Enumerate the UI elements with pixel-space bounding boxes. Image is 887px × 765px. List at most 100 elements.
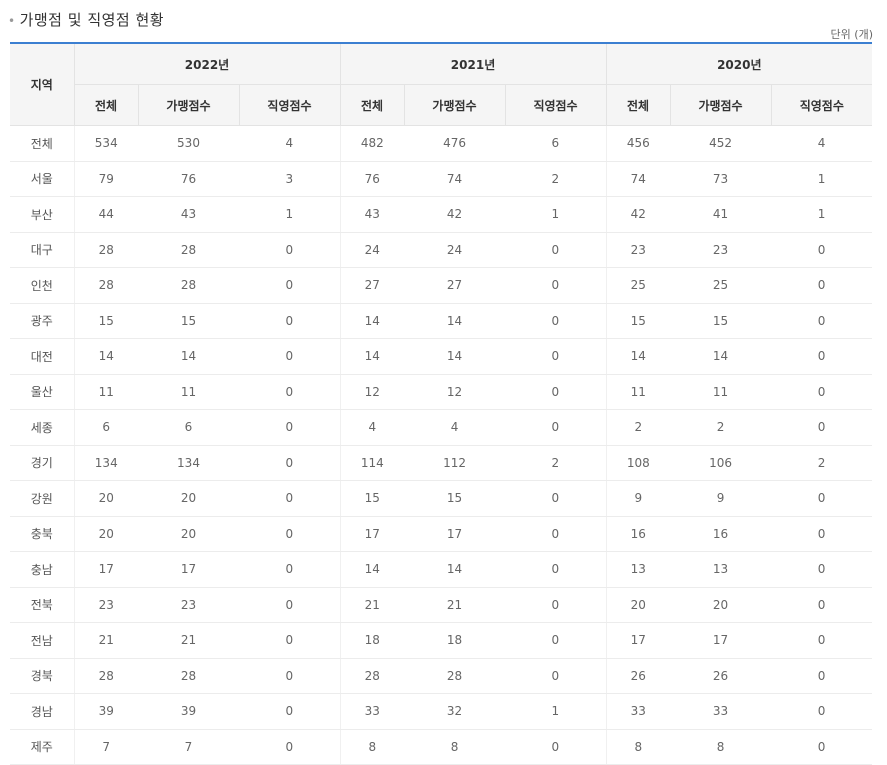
store-status-panel: • 가맹점 및 직영점 현황 단위 (개) 지역 2022년 2021년 2020…	[0, 0, 887, 765]
table-row: 부산 44 43 1 43 42 1 42 41 1	[10, 196, 873, 233]
value-cell: 74	[605, 161, 671, 197]
region-cell: 광주	[10, 303, 74, 339]
value-cell: 28	[138, 267, 239, 304]
table-body: 전체 534 530 4 482 476 6 456 452 4 서울 79 76 3 76 74 2 74 73 1…	[10, 125, 873, 765]
value-cell: 21	[339, 587, 405, 623]
value-cell: 14	[339, 303, 405, 339]
sub-header-cell: 직영점수	[504, 84, 607, 126]
value-cell: 39	[138, 693, 239, 730]
region-cell: 전남	[10, 622, 74, 659]
value-cell: 3	[239, 161, 341, 197]
value-cell: 13	[670, 551, 772, 588]
value-cell: 0	[771, 693, 873, 730]
table-row: 대구 28 28 0 24 24 0 23 23 0	[10, 232, 873, 268]
value-cell: 33	[605, 693, 671, 730]
value-cell: 0	[771, 232, 873, 268]
bullet-icon: •	[8, 14, 16, 28]
value-cell: 0	[239, 480, 341, 517]
region-cell: 충남	[10, 551, 74, 588]
region-cell: 경남	[10, 693, 74, 730]
sub-header-cell: 전체	[73, 84, 138, 126]
value-cell: 0	[771, 409, 873, 446]
value-cell: 0	[505, 587, 607, 623]
value-cell: 0	[505, 729, 607, 765]
value-cell: 25	[670, 267, 772, 304]
value-cell: 14	[404, 551, 506, 588]
value-cell: 28	[73, 658, 138, 694]
value-cell: 17	[339, 516, 405, 552]
value-cell: 0	[771, 303, 873, 339]
value-cell: 4	[771, 125, 873, 162]
value-cell: 15	[605, 303, 671, 339]
value-cell: 14	[404, 338, 506, 375]
value-cell: 6	[505, 125, 607, 162]
table-row: 경북 28 28 0 28 28 0 26 26 0	[10, 658, 873, 694]
sub-header-row: 전체 가맹점수 직영점수 전체 가맹점수 직영점수 전체 가맹점수 직영점수	[10, 84, 873, 126]
value-cell: 0	[771, 338, 873, 375]
table-row: 전남 21 21 0 18 18 0 17 17 0	[10, 622, 873, 659]
value-cell: 42	[404, 196, 506, 233]
value-cell: 15	[73, 303, 138, 339]
sub-header-cell: 전체	[339, 84, 405, 126]
value-cell: 8	[404, 729, 506, 765]
value-cell: 2	[505, 161, 607, 197]
value-cell: 14	[138, 338, 239, 375]
table-row: 서울 79 76 3 76 74 2 74 73 1	[10, 161, 873, 197]
value-cell: 28	[404, 658, 506, 694]
value-cell: 0	[771, 374, 873, 410]
store-count-table: 지역 2022년 2021년 2020년 전체 가맹점수 직영점수 전체 가맹점…	[10, 42, 873, 765]
value-cell: 39	[73, 693, 138, 730]
value-cell: 11	[73, 374, 138, 410]
region-cell: 세종	[10, 409, 74, 446]
page-title: • 가맹점 및 직영점 현황	[8, 9, 164, 30]
region-cell: 부산	[10, 196, 74, 233]
value-cell: 11	[670, 374, 772, 410]
value-cell: 0	[771, 729, 873, 765]
region-header: 지역	[10, 42, 74, 126]
value-cell: 28	[73, 267, 138, 304]
table-row: 울산 11 11 0 12 12 0 11 11 0	[10, 374, 873, 410]
value-cell: 14	[73, 338, 138, 375]
value-cell: 0	[505, 267, 607, 304]
value-cell: 0	[505, 658, 607, 694]
value-cell: 14	[339, 338, 405, 375]
table-row: 충북 20 20 0 17 17 0 16 16 0	[10, 516, 873, 552]
value-cell: 0	[771, 658, 873, 694]
value-cell: 17	[670, 622, 772, 659]
value-cell: 0	[239, 303, 341, 339]
sub-header-cell: 직영점수	[770, 84, 873, 126]
value-cell: 23	[670, 232, 772, 268]
value-cell: 4	[239, 125, 341, 162]
table-row: 제주 7 7 0 8 8 0 8 8 0	[10, 729, 873, 765]
value-cell: 12	[339, 374, 405, 410]
value-cell: 0	[505, 480, 607, 517]
value-cell: 28	[339, 658, 405, 694]
value-cell: 0	[239, 267, 341, 304]
value-cell: 24	[339, 232, 405, 268]
value-cell: 20	[138, 516, 239, 552]
value-cell: 106	[670, 445, 772, 481]
value-cell: 0	[771, 587, 873, 623]
value-cell: 1	[239, 196, 341, 233]
value-cell: 26	[605, 658, 671, 694]
table-row: 전체 534 530 4 482 476 6 456 452 4	[10, 125, 873, 162]
value-cell: 482	[339, 125, 405, 162]
value-cell: 9	[605, 480, 671, 517]
value-cell: 0	[239, 551, 341, 588]
value-cell: 44	[73, 196, 138, 233]
value-cell: 20	[670, 587, 772, 623]
value-cell: 0	[505, 232, 607, 268]
region-cell: 전체	[10, 125, 74, 162]
region-cell: 대구	[10, 232, 74, 268]
region-cell: 경북	[10, 658, 74, 694]
value-cell: 14	[339, 551, 405, 588]
value-cell: 0	[505, 374, 607, 410]
value-cell: 17	[605, 622, 671, 659]
value-cell: 0	[239, 729, 341, 765]
value-cell: 4	[339, 409, 405, 446]
table-row: 대전 14 14 0 14 14 0 14 14 0	[10, 338, 873, 375]
table-row: 광주 15 15 0 14 14 0 15 15 0	[10, 303, 873, 339]
value-cell: 33	[670, 693, 772, 730]
value-cell: 21	[404, 587, 506, 623]
region-cell: 충북	[10, 516, 74, 552]
